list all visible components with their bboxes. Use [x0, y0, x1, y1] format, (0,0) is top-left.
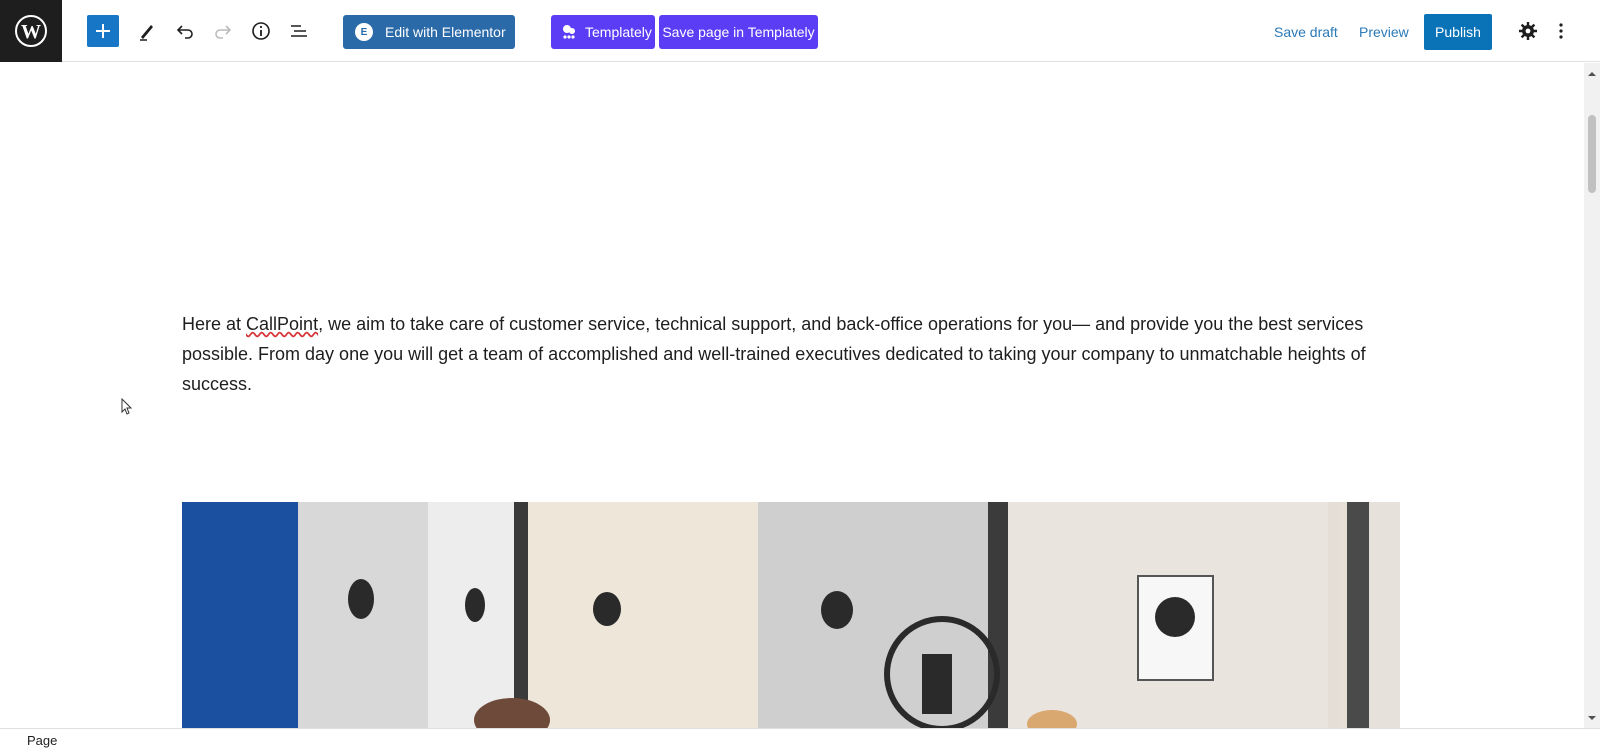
- list-view-button[interactable]: [283, 15, 315, 47]
- pencil-icon: [140, 25, 153, 41]
- editor-toolbar: W E Edit with Elementor Templately Save …: [0, 0, 1600, 62]
- paragraph-text-rest: , we aim to take care of customer servic…: [182, 314, 1366, 394]
- wordpress-icon: W: [15, 15, 47, 47]
- plus-icon: [96, 24, 110, 38]
- wordpress-logo-button[interactable]: W: [0, 0, 62, 62]
- redo-icon: [215, 25, 232, 39]
- publish-label: Publish: [1435, 24, 1481, 40]
- gear-icon: [1519, 22, 1537, 40]
- redo-button[interactable]: [207, 15, 239, 47]
- save-page-in-templately-label: Save page in Templately: [662, 24, 815, 40]
- block-breadcrumb-bar: Page: [0, 728, 1600, 752]
- add-block-button[interactable]: [87, 15, 119, 47]
- paragraph-block[interactable]: Here at CallPoint, we aim to take care o…: [182, 309, 1404, 399]
- paragraph-link-callpoint: CallPoint: [246, 314, 319, 334]
- more-vertical-icon: [1559, 23, 1563, 39]
- details-button[interactable]: [245, 15, 277, 47]
- image-block[interactable]: [182, 502, 1400, 728]
- edit-with-elementor-label: Edit with Elementor: [385, 24, 506, 40]
- tools-button[interactable]: [131, 15, 163, 47]
- preview-button[interactable]: Preview: [1359, 24, 1409, 40]
- list-view-icon: [291, 25, 307, 37]
- save-page-in-templately-button[interactable]: Save page in Templately: [659, 15, 818, 49]
- settings-button[interactable]: [1512, 15, 1544, 47]
- templately-button[interactable]: Templately: [551, 15, 655, 49]
- office-photo-image: [182, 502, 1400, 728]
- undo-icon: [176, 25, 193, 39]
- more-options-button[interactable]: [1549, 15, 1573, 47]
- publish-button[interactable]: Publish: [1424, 14, 1492, 50]
- templately-label: Templately: [585, 24, 652, 40]
- edit-with-elementor-button[interactable]: E Edit with Elementor: [343, 15, 515, 49]
- editor-canvas[interactable]: Here at CallPoint, we aim to take care o…: [0, 63, 1584, 728]
- save-draft-button[interactable]: Save draft: [1274, 24, 1338, 40]
- paragraph-text-start: Here at: [182, 314, 247, 334]
- scrollbar-thumb[interactable]: [1588, 115, 1596, 193]
- scroll-down-arrow-icon[interactable]: [1587, 713, 1597, 723]
- elementor-icon: E: [355, 23, 373, 41]
- undo-button[interactable]: [169, 15, 201, 47]
- info-icon: [252, 22, 270, 40]
- breadcrumb-page[interactable]: Page: [27, 733, 57, 748]
- mouse-cursor-icon: [121, 398, 133, 415]
- vertical-scrollbar[interactable]: [1584, 63, 1600, 728]
- templately-icon: [563, 25, 575, 39]
- svg-text:W: W: [21, 21, 41, 43]
- scroll-up-arrow-icon[interactable]: [1587, 69, 1597, 79]
